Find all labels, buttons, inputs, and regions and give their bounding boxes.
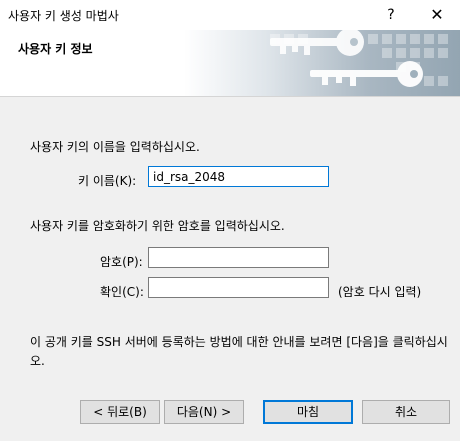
next-button[interactable]: 다음(N) > [164,400,244,424]
finish-button[interactable]: 마침 [263,400,353,424]
key-name-label: 키 이름(K): [78,174,137,188]
password-label: 암호(P): [100,255,143,269]
title-bar: 사용자 키 생성 마법사 ? ✕ [0,0,460,30]
back-button[interactable]: < 뒤로(B) [80,400,160,424]
help-button[interactable]: ? [368,0,414,30]
window-title: 사용자 키 생성 마법사 [8,9,119,23]
close-button[interactable]: ✕ [414,0,460,30]
password-instruction: 사용자 키를 암호화하기 위한 암호를 입력하십시오. [30,219,285,233]
cancel-button[interactable]: 취소 [362,400,450,424]
confirm-password-hint: (암호 다시 입력) [338,285,422,299]
key-name-instruction: 사용자 키의 이름을 입력하십시오. [30,140,200,154]
next-step-info: 이 공개 키를 SSH 서버에 등록하는 방법에 대한 안내를 보려면 [다음]… [30,335,448,368]
wizard-header: 사용자 키 정보 [0,30,460,96]
page-title: 사용자 키 정보 [18,42,93,56]
header-divider [0,96,460,97]
keys-graphic-icon [270,30,448,87]
key-name-input[interactable] [148,166,329,187]
confirm-password-label: 확인(C): [100,285,144,299]
password-input[interactable] [148,247,329,268]
confirm-password-input[interactable] [148,277,329,298]
